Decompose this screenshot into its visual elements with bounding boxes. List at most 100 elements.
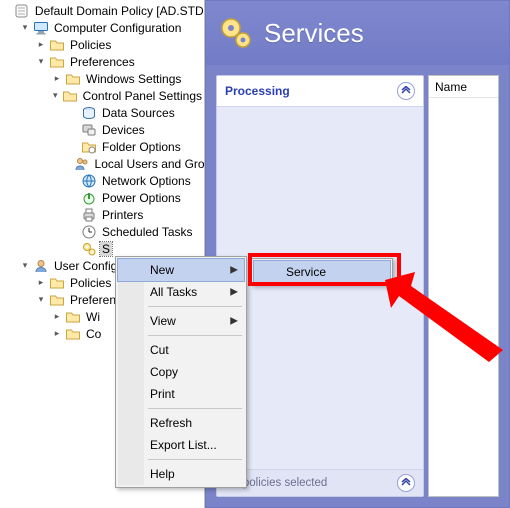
tree-node-data-sources[interactable]: . Data Sources bbox=[68, 104, 204, 121]
submenu-item-service[interactable]: Service bbox=[254, 261, 390, 283]
folder-icon bbox=[49, 54, 65, 70]
folder-icon bbox=[49, 292, 65, 308]
tree-node-windows-settings[interactable]: ▸ Windows Settings bbox=[52, 70, 204, 87]
tree-node-control-panel[interactable]: ▾ Control Panel Settings bbox=[52, 87, 204, 104]
list-column-header[interactable]: Name bbox=[429, 76, 498, 98]
expander-closed-icon[interactable]: ▸ bbox=[52, 329, 62, 339]
expander-open-icon[interactable]: ▾ bbox=[52, 91, 59, 101]
folder-icon bbox=[65, 71, 81, 87]
printer-icon bbox=[81, 207, 97, 223]
gears-icon bbox=[218, 15, 254, 51]
collapse-up-icon[interactable] bbox=[397, 82, 415, 100]
card-title: Processing bbox=[225, 84, 290, 98]
app-root: ▶ Default Domain Policy [AD.STD ▾ bbox=[0, 0, 510, 508]
menu-label: Print bbox=[150, 387, 175, 401]
tree-label: Local Users and Groups bbox=[93, 157, 205, 171]
tree-label: Default Domain Policy [AD.STD bbox=[33, 4, 205, 18]
power-icon bbox=[81, 190, 97, 206]
tree-label: Windows Settings bbox=[84, 72, 183, 86]
submenu-arrow-icon: ▶ bbox=[230, 287, 238, 298]
menu-item-refresh[interactable]: Refresh bbox=[118, 412, 244, 434]
submenu-arrow-icon: ▶ bbox=[230, 316, 238, 327]
menu-label: Cut bbox=[150, 343, 169, 357]
menu-item-all-tasks[interactable]: All Tasks ▶ bbox=[118, 281, 244, 303]
menu-separator bbox=[148, 306, 242, 307]
tree-node-printers[interactable]: . Printers bbox=[68, 206, 204, 223]
details-body: Processing No policies selected Name bbox=[206, 65, 509, 507]
menu-item-new[interactable]: New ▶ bbox=[118, 259, 244, 281]
submenu-arrow-icon: ▶ bbox=[230, 265, 238, 276]
tree-label: Devices bbox=[100, 123, 147, 137]
tree-node-policies[interactable]: ▸ Policies bbox=[36, 36, 204, 53]
tree-node-network-options[interactable]: . Network Options bbox=[68, 172, 204, 189]
menu-item-copy[interactable]: Copy bbox=[118, 361, 244, 383]
tree-node-scheduled-tasks[interactable]: . Scheduled Tasks bbox=[68, 223, 204, 240]
folder-icon bbox=[62, 88, 78, 104]
details-pane: Services Processing No policies selected bbox=[205, 0, 510, 508]
scroll-icon bbox=[14, 3, 30, 19]
expander-closed-icon[interactable]: ▸ bbox=[52, 312, 62, 322]
menu-label: Help bbox=[150, 467, 175, 481]
tree-node-devices[interactable]: . Devices bbox=[68, 121, 204, 138]
menu-label: All Tasks bbox=[150, 285, 197, 299]
menu-item-cut[interactable]: Cut bbox=[118, 339, 244, 361]
folder-options-icon bbox=[81, 139, 97, 155]
collapse-up-icon[interactable] bbox=[397, 474, 415, 492]
tree-node-folder-options[interactable]: . Folder Options bbox=[68, 138, 204, 155]
menu-separator bbox=[148, 459, 242, 460]
details-header: Services bbox=[206, 1, 509, 65]
menu-label: View bbox=[150, 314, 176, 328]
tree-label: Co bbox=[84, 327, 103, 341]
tree-node-gpo-root[interactable]: ▶ Default Domain Policy [AD.STD bbox=[4, 2, 204, 19]
datasource-icon bbox=[81, 105, 97, 121]
tree-node-services[interactable]: . S bbox=[68, 240, 204, 257]
card-footer[interactable]: No policies selected bbox=[217, 469, 423, 496]
menu-item-export[interactable]: Export List... bbox=[118, 434, 244, 456]
expander-open-icon[interactable]: ▾ bbox=[20, 23, 30, 33]
card-body bbox=[217, 107, 423, 469]
tree-label: Policies bbox=[68, 38, 113, 52]
expander-open-icon[interactable]: ▾ bbox=[36, 57, 46, 67]
tree-label: Data Sources bbox=[100, 106, 177, 120]
tree-label: Folder Options bbox=[100, 140, 183, 154]
expander-closed-icon[interactable]: ▸ bbox=[36, 40, 46, 50]
list-col-name: Name bbox=[435, 80, 467, 94]
devices-icon bbox=[81, 122, 97, 138]
tree-label: Printers bbox=[100, 208, 145, 222]
folder-icon bbox=[49, 275, 65, 291]
clock-icon bbox=[81, 224, 97, 240]
menu-label: Export List... bbox=[150, 438, 217, 452]
menu-label: Service bbox=[286, 265, 326, 279]
tree-label: Computer Configuration bbox=[52, 21, 183, 35]
tree-label: Power Options bbox=[100, 191, 183, 205]
menu-separator bbox=[148, 335, 242, 336]
expander-open-icon[interactable]: ▾ bbox=[20, 261, 30, 271]
network-icon bbox=[81, 173, 97, 189]
expander-closed-icon[interactable]: ▸ bbox=[52, 74, 62, 84]
tree-node-preferences[interactable]: ▾ Preferences bbox=[36, 53, 204, 70]
menu-item-view[interactable]: View ▶ bbox=[118, 310, 244, 332]
tree-label: Policies bbox=[68, 276, 113, 290]
expander-closed-icon[interactable]: ▸ bbox=[36, 278, 46, 288]
card-header[interactable]: Processing bbox=[217, 76, 423, 107]
tree-label: Scheduled Tasks bbox=[100, 225, 195, 239]
menu-item-help[interactable]: Help bbox=[118, 463, 244, 485]
tree-label: Control Panel Settings bbox=[81, 89, 204, 103]
expander-open-icon[interactable]: ▾ bbox=[36, 295, 46, 305]
submenu-new[interactable]: Service bbox=[251, 258, 393, 286]
tree-node-computer-config[interactable]: ▾ Computer Configuration bbox=[20, 19, 204, 36]
tree-label: S bbox=[100, 242, 112, 256]
menu-separator bbox=[148, 408, 242, 409]
menu-label: Refresh bbox=[150, 416, 192, 430]
items-list[interactable]: Name bbox=[428, 75, 499, 497]
details-title: Services bbox=[264, 18, 364, 49]
menu-item-print[interactable]: Print bbox=[118, 383, 244, 405]
menu-label: Copy bbox=[150, 365, 178, 379]
folder-icon bbox=[65, 326, 81, 342]
user-icon bbox=[33, 258, 49, 274]
tree-node-power-options[interactable]: . Power Options bbox=[68, 189, 204, 206]
context-menu[interactable]: New ▶ All Tasks ▶ View ▶ Cut Copy Print … bbox=[115, 256, 247, 488]
tree-node-local-users[interactable]: . Local Users and Groups bbox=[68, 155, 204, 172]
computer-icon bbox=[33, 20, 49, 36]
users-icon bbox=[74, 156, 90, 172]
